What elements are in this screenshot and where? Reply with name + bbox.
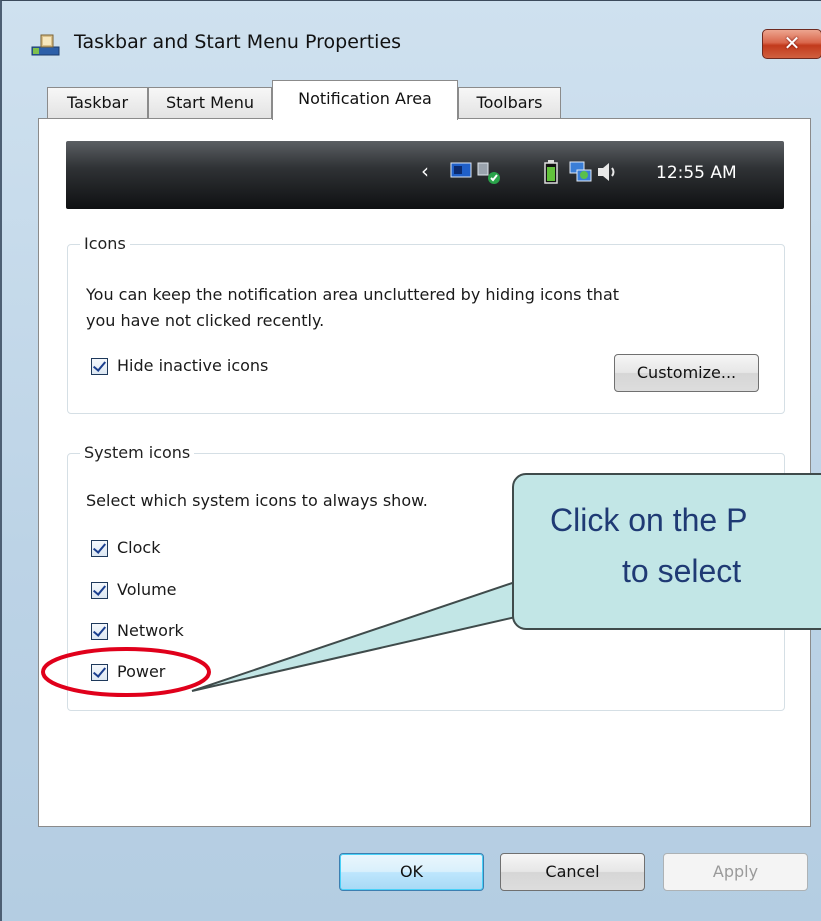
icons-group-legend: Icons xyxy=(80,234,130,253)
network-check-icon xyxy=(477,162,500,184)
battery-icon xyxy=(544,160,558,184)
system-icons-group-legend: System icons xyxy=(80,443,195,462)
network-icon xyxy=(569,161,592,182)
power-label[interactable]: Power xyxy=(117,662,165,681)
tab-label: Taskbar xyxy=(66,93,129,112)
apply-button[interactable]: Apply xyxy=(663,853,808,891)
network-label[interactable]: Network xyxy=(117,621,184,640)
tab-start-menu[interactable]: Start Menu xyxy=(148,87,272,118)
taskbar-preview: ‹ 12:55 AM xyxy=(66,141,784,209)
network-checkbox[interactable] xyxy=(91,623,108,640)
callout-text-line2: to select xyxy=(622,553,742,589)
taskbar-app-icon xyxy=(31,34,60,56)
clock-checkbox[interactable] xyxy=(91,540,108,557)
close-icon: ✕ xyxy=(783,31,801,55)
volume-checkbox[interactable] xyxy=(91,582,108,599)
icons-description-line2: you have not clicked recently. xyxy=(86,311,325,330)
tab-taskbar[interactable]: Taskbar xyxy=(47,87,148,118)
tab-label: Notification Area xyxy=(298,89,432,108)
power-checkbox[interactable] xyxy=(91,664,108,681)
speaker-icon xyxy=(598,163,615,181)
clock-label[interactable]: Clock xyxy=(117,538,160,557)
customize-button[interactable]: Customize... xyxy=(614,354,759,392)
system-icons-description: Select which system icons to always show… xyxy=(86,491,428,510)
volume-label[interactable]: Volume xyxy=(117,580,177,599)
ok-button[interactable]: OK xyxy=(339,853,484,891)
close-button[interactable]: ✕ xyxy=(762,29,821,59)
tab-notification-area[interactable]: Notification Area xyxy=(272,80,458,120)
dialog-window: Taskbar and Start Menu Properties ✕ Task… xyxy=(0,0,821,921)
monitor-icon xyxy=(450,162,472,178)
tab-toolbars[interactable]: Toolbars xyxy=(458,87,561,118)
icons-description-line1: You can keep the notification area unclu… xyxy=(86,285,620,304)
hide-inactive-label[interactable]: Hide inactive icons xyxy=(117,356,268,375)
tab-label: Toolbars xyxy=(476,93,543,112)
title-bar[interactable]: Taskbar and Start Menu Properties ✕ xyxy=(2,1,821,79)
callout-text-line1: Click on the P xyxy=(550,502,748,538)
tray-chevron-icon: ‹ xyxy=(421,159,429,183)
window-title: Taskbar and Start Menu Properties xyxy=(74,31,402,53)
tray-clock: 12:55 AM xyxy=(656,163,737,183)
tab-label: Start Menu xyxy=(165,93,255,112)
hide-inactive-checkbox[interactable] xyxy=(91,358,108,375)
instruction-callout xyxy=(512,473,821,630)
cancel-button[interactable]: Cancel xyxy=(500,853,645,891)
